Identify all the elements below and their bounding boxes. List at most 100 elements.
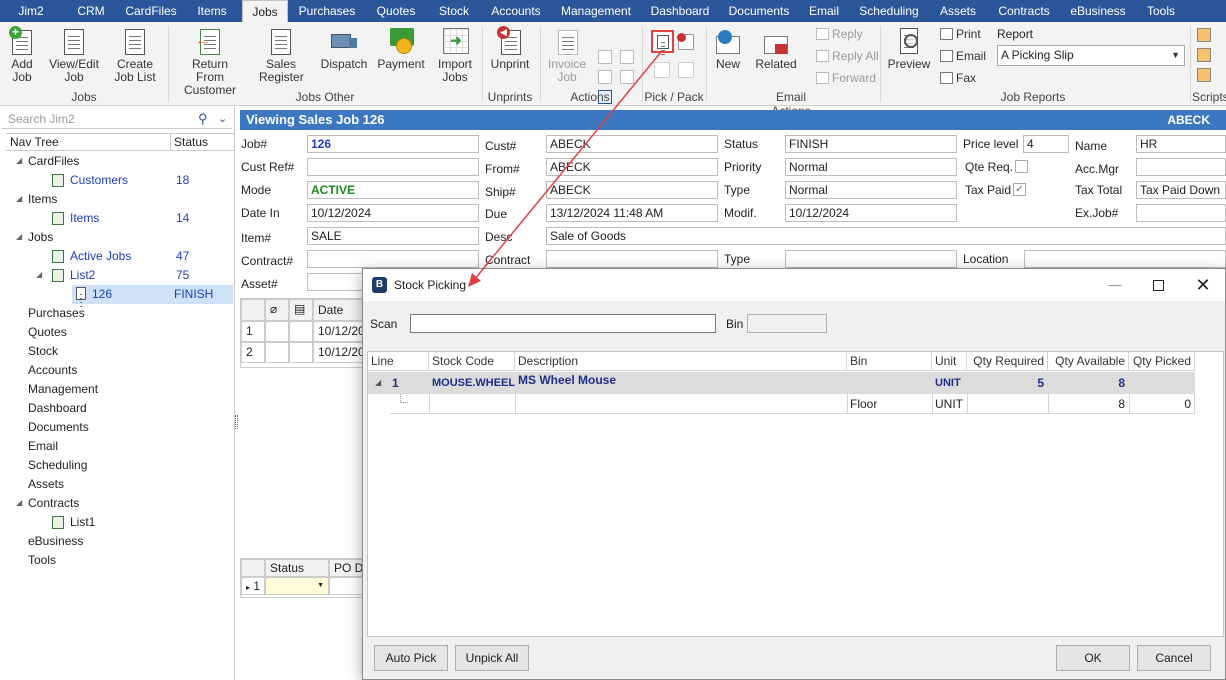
name-field[interactable]: HR: [1136, 135, 1226, 153]
price-level-field[interactable]: 4: [1023, 135, 1069, 153]
type2-field[interactable]: [785, 250, 957, 268]
reply-button[interactable]: Reply: [816, 27, 863, 41]
add-job-button[interactable]: + Add Job: [4, 26, 40, 84]
item-field[interactable]: SALE: [307, 227, 479, 245]
menu-assets[interactable]: Assets: [928, 0, 988, 22]
search-icon[interactable]: ⚲: [198, 110, 208, 128]
ship-field[interactable]: ABECK: [546, 181, 718, 199]
menu-dashboard[interactable]: Dashboard: [640, 0, 720, 22]
action-icon-3[interactable]: [598, 70, 612, 84]
nav-customers[interactable]: Customers: [70, 171, 128, 189]
unprint-button[interactable]: ◀ Unprint: [488, 26, 532, 71]
nav-documents[interactable]: Documents: [28, 418, 89, 436]
bin-field[interactable]: [747, 314, 827, 333]
desc-field[interactable]: Sale of Goods: [546, 227, 1226, 245]
nav-jobs[interactable]: Jobs: [28, 228, 53, 246]
ok-button[interactable]: OK: [1056, 645, 1130, 671]
cust-field[interactable]: ABECK: [546, 135, 718, 153]
fax-button[interactable]: Fax: [940, 71, 976, 85]
minimize-icon[interactable]: —: [1105, 269, 1125, 301]
menu-management[interactable]: Management: [552, 0, 640, 22]
script-icon-1[interactable]: [1197, 28, 1211, 42]
action-icon-4[interactable]: [620, 70, 634, 84]
date-in-field[interactable]: 10/12/2024: [307, 204, 479, 222]
nav-accounts[interactable]: Accounts: [28, 361, 77, 379]
cust-ref-field[interactable]: [307, 158, 479, 176]
menu-contracts[interactable]: Contracts: [988, 0, 1060, 22]
bin-sub-row[interactable]: Floor UNIT 8 0: [390, 394, 1195, 414]
reply-all-button[interactable]: Reply All: [816, 49, 879, 63]
nav-cardfiles[interactable]: CardFiles: [28, 152, 79, 170]
nav-items-list[interactable]: Items: [70, 209, 99, 227]
due-field[interactable]: 13/12/2024 11:48 AM: [546, 204, 718, 222]
close-icon[interactable]: ✕: [1193, 269, 1213, 301]
pack-icon[interactable]: [677, 33, 694, 50]
from-field[interactable]: ABECK: [546, 158, 718, 176]
nav-assets[interactable]: Assets: [28, 475, 64, 493]
import-jobs-button[interactable]: ➜ Import Jobs: [432, 26, 478, 84]
pick-icon-disabled[interactable]: [654, 62, 670, 78]
menu-jobs[interactable]: Jobs: [242, 0, 288, 22]
payment-button[interactable]: Payment: [376, 26, 426, 71]
grid-cell[interactable]: [265, 342, 289, 363]
new-email-button[interactable]: New: [710, 26, 746, 71]
tax-total-field[interactable]: Tax Paid Down: [1136, 181, 1226, 199]
mode-field[interactable]: ACTIVE: [307, 181, 479, 199]
nav-tools[interactable]: Tools: [28, 551, 56, 569]
report-select[interactable]: A Picking Slip ▼: [997, 45, 1185, 66]
row-date[interactable]: 10/12/2024: [313, 342, 365, 363]
status-dropdown[interactable]: ▼: [265, 577, 329, 595]
cancel-button[interactable]: Cancel: [1137, 645, 1211, 671]
menu-quotes[interactable]: Quotes: [364, 0, 428, 22]
grid-cell[interactable]: [329, 577, 365, 595]
dispatch-button[interactable]: Dispatch: [318, 26, 370, 71]
related-email-button[interactable]: Related: [754, 26, 798, 71]
location-field[interactable]: [1024, 250, 1226, 268]
create-job-list-button[interactable]: Create Job List: [108, 26, 162, 84]
splitter-handle[interactable]: [235, 415, 238, 429]
grid-cell[interactable]: [289, 342, 313, 363]
forward-button[interactable]: Forward: [816, 71, 876, 85]
expand-toggle-icon[interactable]: ◢: [372, 373, 384, 393]
email-report-button[interactable]: Email: [940, 49, 986, 63]
qte-req-checkbox[interactable]: [1015, 160, 1028, 173]
maximize-icon[interactable]: [1153, 280, 1164, 291]
menu-email[interactable]: Email: [798, 0, 850, 22]
unpick-all-button[interactable]: Unpick All: [455, 645, 529, 671]
sales-register-button[interactable]: Sales Register: [252, 26, 310, 84]
nav-contracts[interactable]: Contracts: [28, 494, 79, 512]
priority-field[interactable]: Normal: [785, 158, 957, 176]
contract-field[interactable]: [307, 250, 479, 268]
nav-management[interactable]: Management: [28, 380, 98, 398]
collapse-icon[interactable]: ⌄: [218, 110, 227, 128]
tax-paid-checkbox[interactable]: ✓: [1013, 183, 1026, 196]
menu-ebusiness[interactable]: eBusiness: [1060, 0, 1136, 22]
nav-dashboard[interactable]: Dashboard: [28, 399, 87, 417]
view-edit-job-button[interactable]: View/Edit Job: [48, 26, 100, 84]
nav-ebusiness[interactable]: eBusiness: [28, 532, 83, 550]
menu-accounts[interactable]: Accounts: [480, 0, 552, 22]
script-icon-3[interactable]: [1197, 68, 1211, 82]
nav-search-input[interactable]: Search Jim2 ⚲ ⌄: [2, 110, 232, 129]
contract2-field[interactable]: [546, 250, 718, 268]
nav-scheduling[interactable]: Scheduling: [28, 456, 87, 474]
nav-list1[interactable]: List1: [70, 513, 95, 531]
menu-cardfiles[interactable]: CardFiles: [120, 0, 182, 22]
nav-job-126[interactable]: 126: [92, 285, 112, 303]
nav-list2[interactable]: List2: [70, 266, 95, 284]
print-button[interactable]: Print: [940, 27, 981, 41]
action-icon-2[interactable]: [620, 50, 634, 64]
menu-tools[interactable]: Tools: [1136, 0, 1186, 22]
job-no-field[interactable]: 126: [307, 135, 479, 153]
pack-icon-disabled[interactable]: [678, 62, 694, 78]
sub-row-qty-picked[interactable]: 0: [1129, 394, 1195, 414]
acc-mgr-field[interactable]: [1136, 158, 1226, 176]
auto-pick-button[interactable]: Auto Pick: [374, 645, 448, 671]
row-date[interactable]: 10/12/2024: [313, 321, 365, 342]
ex-job-field[interactable]: [1136, 204, 1226, 222]
nav-email[interactable]: Email: [28, 437, 58, 455]
invoice-job-button[interactable]: Invoice Job: [546, 26, 588, 84]
return-from-customer-button[interactable]: ← Return From Customer: [176, 26, 244, 97]
menu-items[interactable]: Items: [182, 0, 242, 22]
nav-quotes[interactable]: Quotes: [28, 323, 67, 341]
